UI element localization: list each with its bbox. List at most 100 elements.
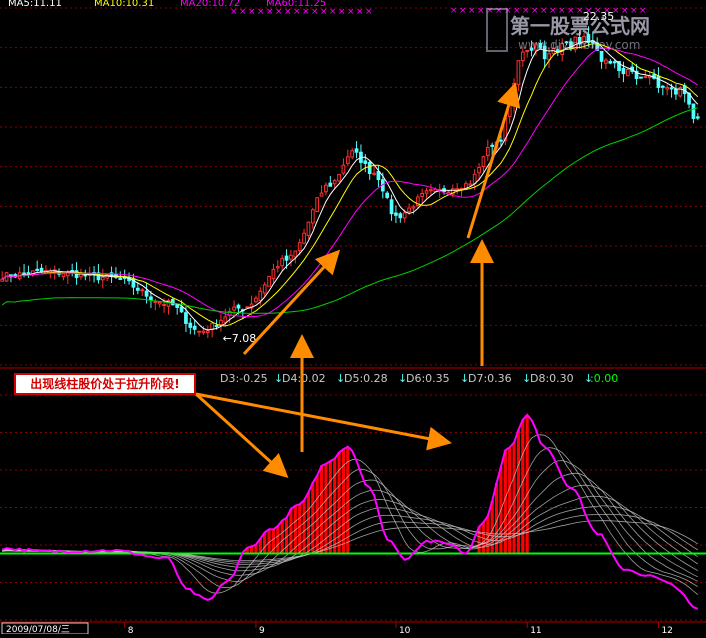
histogram-bar — [324, 463, 328, 554]
candle-up — [324, 184, 328, 193]
candle-up — [140, 289, 145, 292]
candle-down — [39, 267, 44, 273]
candle-up — [258, 290, 263, 301]
indicator-value-label: D8:0.30 — [530, 372, 574, 385]
signal-marker-x: × — [230, 7, 238, 17]
candle-up — [485, 147, 490, 157]
candle-up — [201, 330, 206, 334]
stock-chart[interactable]: MA5:11.11 MA10:10.31 MA20:10.72 MA60:11.25 ×… — [0, 0, 706, 636]
candle-down — [394, 212, 398, 216]
candle-up — [332, 180, 337, 185]
candle-down — [26, 272, 31, 275]
annotation-arrow — [195, 392, 452, 451]
candle-up — [472, 173, 477, 184]
annotation-arrow — [466, 82, 521, 239]
candle-up — [302, 232, 306, 244]
candle-up — [306, 221, 311, 236]
candle-down — [639, 76, 643, 79]
histogram-bar — [315, 475, 319, 554]
candle-up — [293, 250, 298, 258]
candle-down — [367, 161, 372, 174]
candle-up — [402, 212, 407, 219]
signal-marker-x: × — [293, 7, 301, 17]
signal-marker-x: × — [275, 7, 283, 17]
candle-up — [310, 209, 315, 224]
candle-down — [149, 296, 153, 301]
candle-down — [621, 68, 626, 75]
candle-down — [674, 88, 678, 95]
candle-up — [372, 172, 376, 175]
candle-up — [350, 150, 355, 158]
candle-up — [604, 59, 608, 64]
signal-marker-x: × — [338, 7, 346, 17]
candle-down — [490, 144, 495, 147]
candle-up — [477, 166, 481, 174]
grid-layer — [0, 7, 706, 621]
indicator-value-label: D4:0.02 — [282, 372, 326, 385]
candle-down — [363, 160, 368, 164]
histogram-bar — [337, 452, 341, 554]
candle-down — [691, 103, 696, 119]
indicator-header: D3:-0.25 ↓D4:0.02 ↓D5:0.28 ↓D6:0.35 ↓D7:0.36… — [220, 372, 618, 385]
signal-marker-x: × — [356, 7, 364, 17]
callout-annotation: 出现线柱股价处于拉升阶段! — [14, 373, 196, 395]
candle-up — [0, 278, 5, 282]
month-label: 11 — [530, 626, 541, 634]
candle-up — [280, 257, 285, 267]
histogram-bar — [298, 504, 302, 554]
oscillator-sub-line — [2, 520, 699, 561]
candle-up — [289, 254, 293, 260]
candle-down — [354, 148, 359, 153]
signal-marker-x: × — [257, 7, 265, 17]
candle-up — [420, 192, 425, 197]
candle-up — [407, 207, 411, 213]
oscillator-layer — [0, 413, 706, 610]
candle-up — [232, 306, 236, 311]
histogram-bar — [311, 482, 315, 554]
candle-up — [481, 156, 486, 168]
indicator-value-label: D5:0.28 — [344, 372, 388, 385]
candle-up — [254, 297, 258, 303]
date-axis: 2009/07/08/三 8 9 10 11 12 — [0, 621, 706, 636]
ma60-line — [1, 107, 698, 314]
candle-down — [389, 199, 394, 215]
candle-up — [210, 322, 215, 330]
signal-marker-x: × — [329, 7, 337, 17]
candle-up — [516, 60, 521, 85]
candle-down — [660, 85, 665, 88]
candle-up — [267, 275, 271, 287]
candle-down — [214, 325, 219, 328]
indicator-value-label: D6:0.35 — [406, 372, 450, 385]
candle-up — [468, 183, 473, 186]
candle-up — [162, 304, 166, 307]
month-label: 10 — [399, 626, 411, 634]
candle-up — [157, 301, 162, 305]
candle-down — [499, 139, 503, 142]
ma10-line — [1, 43, 699, 327]
candle-down — [135, 287, 140, 291]
candle-down — [22, 272, 26, 275]
candle-down — [328, 182, 333, 187]
candle-up — [319, 192, 324, 197]
candle-up — [245, 306, 250, 309]
oscillator-sub-line — [2, 513, 699, 563]
indicator-value-label: D7:0.36 — [468, 372, 512, 385]
candle-down — [669, 87, 674, 90]
candle-down — [695, 116, 700, 119]
candle-up — [197, 330, 201, 333]
signal-marker-x: × — [266, 7, 274, 17]
signal-marker-x: × — [450, 6, 458, 16]
date-label: 2009/07/08/三 — [6, 625, 70, 634]
oscillator-sub-line — [2, 447, 699, 589]
candle-up — [271, 268, 276, 279]
candle-up — [625, 69, 630, 77]
candle-up — [315, 197, 320, 213]
candle-up — [297, 242, 302, 251]
candle-down — [236, 304, 241, 309]
histogram-bar — [280, 520, 284, 554]
candle-down — [656, 75, 661, 88]
candle-up — [337, 173, 341, 182]
candle-up — [665, 86, 670, 90]
chart-svg[interactable]: MA5:11.11 MA10:10.31 MA20:10.72 MA60:11.25×… — [0, 0, 706, 636]
month-label: 12 — [661, 626, 672, 634]
